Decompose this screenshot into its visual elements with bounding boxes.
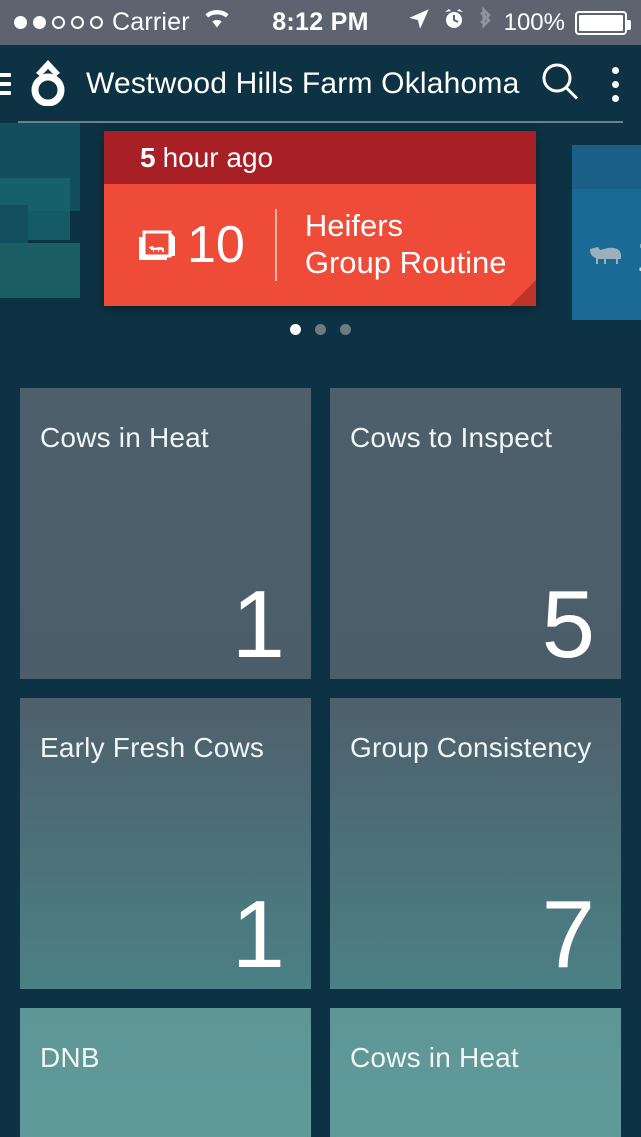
page-title: Westwood Hills Farm Oklahoma [86,67,520,100]
carrier-label: Carrier [112,8,190,36]
carousel-card-next[interactable]: 1 [572,145,641,320]
alert-time-value: 5 [140,141,156,173]
tile-value: 1 [231,881,285,988]
search-icon[interactable] [538,60,582,109]
tile-title: Group Consistency [350,732,592,763]
tile-cows-in-heat-2[interactable]: Cows in Heat [330,1008,621,1137]
tile-cows-in-heat[interactable]: Cows in Heat 1 [20,388,311,679]
tile-title: Cows to Inspect [350,422,553,453]
tile-group-consistency[interactable]: Group Consistency 7 [330,698,621,989]
alarm-clock-icon [442,7,466,38]
alert-divider [274,209,277,281]
pagination-dot-1[interactable] [290,324,301,335]
carousel-card-active[interactable]: 5 hour ago 10 Heifers Group Routine [104,131,536,306]
tile-title: DNB [40,1042,100,1073]
alerts-carousel[interactable]: 1 5 hour ago 10 [0,123,641,358]
dashboard-tile-grid: Cows in Heat 1 Cows to Inspect 5 Early F… [20,388,621,1137]
carousel-pagination[interactable] [0,324,641,335]
hamburger-menu-icon[interactable] [0,73,18,95]
alert-count-group: 10 [136,219,245,271]
tile-value: 5 [541,571,595,678]
battery-percent-label: 100% [503,8,565,36]
carousel-card-next-header [572,145,641,189]
tile-title: Early Fresh Cows [40,732,265,763]
bluetooth-icon [476,6,494,39]
status-bar-right: 100% [406,6,631,39]
carousel-card-previous[interactable] [0,123,100,318]
status-bar: Carrier 8:12 PM 100% [0,0,641,45]
droplet-ring-logo-icon [26,58,70,111]
signal-strength-icon [14,16,103,29]
pagination-dot-2[interactable] [315,324,326,335]
tile-cows-to-inspect[interactable]: Cows to Inspect 5 [330,388,621,679]
status-bar-left: Carrier [14,8,231,37]
wifi-icon [203,8,231,37]
alert-line-2: Group Routine [304,245,507,280]
carousel-card-next-count: 1 [636,228,641,282]
alert-count: 10 [187,216,245,274]
tile-title: Cows in Heat [350,1042,519,1073]
carousel-card-next-body: 1 [572,189,641,320]
alert-line-1: Heifers [304,208,404,244]
alert-card-body: 10 Heifers Group Routine [104,184,536,306]
app-header: Westwood Hills Farm Oklahoma [0,45,641,123]
header-actions [538,60,623,109]
more-vertical-icon[interactable] [608,63,623,106]
tile-early-fresh-cows[interactable]: Early Fresh Cows 1 [20,698,311,989]
alert-time-label: hour ago [162,141,274,173]
alert-text-group: Heifers Group Routine [305,208,507,281]
tile-value: 1 [231,571,285,678]
card-fold-corner [510,280,536,306]
location-arrow-icon [406,6,432,39]
battery-full-icon [575,10,631,35]
app-root: Carrier 8:12 PM 100% Westwood Hills Farm… [0,0,641,1137]
tile-value: 7 [541,881,595,988]
cow-pen-card-icon [136,223,182,268]
tile-title: Cows in Heat [40,422,209,453]
tile-dnb[interactable]: DNB [20,1008,311,1137]
cow-icon [586,237,626,272]
pagination-dot-3[interactable] [340,324,351,335]
alert-card-header: 5 hour ago [104,131,536,184]
